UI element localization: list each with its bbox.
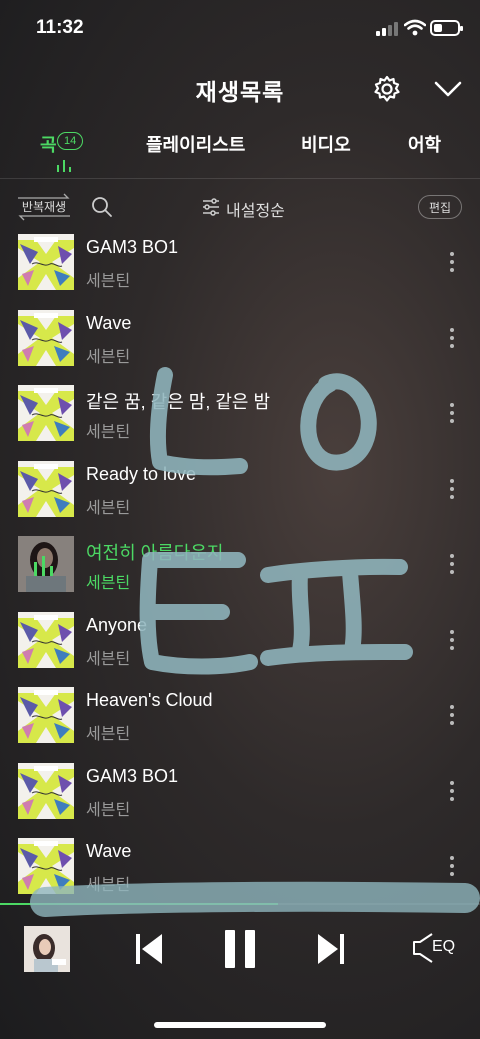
song-row[interactable]: Wave 세븐틴	[0, 309, 480, 385]
page-title: 재생목록	[195, 79, 285, 105]
tab-language[interactable]: 어학	[408, 131, 441, 157]
album-art[interactable]	[18, 838, 74, 894]
eq-label[interactable]: EQ	[432, 938, 455, 956]
album-art[interactable]	[18, 611, 74, 668]
playback-progress-bar[interactable]	[0, 903, 480, 905]
more-options-icon[interactable]	[449, 554, 455, 574]
more-options-icon[interactable]	[449, 856, 455, 876]
song-row[interactable]: Heaven's Cloud 세븐틴	[0, 687, 480, 762]
song-artist: 세븐틴	[86, 424, 131, 441]
repeat-label: 반복재생	[21, 200, 67, 214]
song-artist: 세븐틴	[86, 575, 131, 592]
album-art[interactable]	[18, 762, 74, 819]
status-time: 11:32	[36, 17, 84, 38]
chevron-down-icon[interactable]	[434, 80, 462, 98]
home-indicator[interactable]	[154, 1022, 326, 1028]
song-artist: 세븐틴	[86, 726, 131, 743]
now-playing-indicator-icon	[57, 160, 73, 172]
more-options-icon[interactable]	[449, 478, 455, 499]
album-art[interactable]	[18, 460, 74, 517]
song-title: Ready to love	[86, 463, 197, 484]
next-track-icon[interactable]	[316, 932, 346, 966]
more-options-icon[interactable]	[449, 705, 455, 725]
more-options-icon[interactable]	[449, 252, 455, 272]
song-row[interactable]: Wave 세븐틴	[0, 838, 480, 913]
song-title: Anyone	[86, 614, 148, 635]
song-artist: 세븐틴	[86, 273, 131, 290]
song-title: Wave	[86, 841, 132, 861]
song-artist: 세븐틴	[86, 348, 131, 366]
pause-icon[interactable]	[222, 928, 258, 970]
gear-icon[interactable]	[372, 74, 402, 104]
song-count-badge: 14	[57, 132, 84, 150]
playback-progress-fill	[0, 903, 279, 905]
edit-button[interactable]: 편집	[418, 195, 462, 219]
more-options-icon[interactable]	[449, 629, 455, 650]
tab-divider	[0, 178, 480, 179]
tab-playlists[interactable]: 플레이리스트	[146, 131, 245, 157]
cell-signal-icon	[376, 22, 398, 36]
album-art[interactable]	[18, 385, 74, 441]
now-playing-album-art[interactable]	[24, 926, 70, 972]
song-title: GAM3 BO1	[86, 237, 179, 257]
song-artist: 세븐틴	[86, 650, 131, 668]
tab-videos[interactable]: 비디오	[301, 131, 351, 157]
song-row[interactable]: GAM3 BO1 세븐틴	[0, 762, 480, 838]
more-options-icon[interactable]	[449, 780, 455, 801]
search-icon[interactable]	[91, 196, 113, 218]
sort-settings-icon[interactable]	[202, 198, 220, 216]
song-row[interactable]: Anyone 세븐틴	[0, 611, 480, 687]
song-row[interactable]: Ready to love 세븐틴	[0, 460, 480, 536]
song-title: 여전히 아름다운지	[86, 543, 224, 563]
tab-songs[interactable]: 곡	[40, 131, 57, 157]
song-artist: 세븐틴	[86, 801, 131, 819]
more-options-icon[interactable]	[449, 403, 455, 423]
song-title: 같은 꿈, 같은 맘, 같은 밤	[86, 392, 271, 412]
wifi-icon	[404, 19, 426, 36]
album-art[interactable]	[18, 536, 74, 592]
song-row[interactable]: 여전히 아름다운지 세븐틴	[0, 536, 480, 611]
song-title: Wave	[86, 312, 132, 333]
song-title: GAM3 BO1	[86, 765, 179, 786]
song-artist: 세븐틴	[86, 877, 131, 894]
album-art[interactable]	[18, 309, 74, 366]
repeat-button[interactable]: 반복재생	[16, 192, 72, 222]
album-art[interactable]	[18, 234, 74, 290]
album-art[interactable]	[18, 687, 74, 743]
song-row[interactable]: GAM3 BO1 세븐틴	[0, 234, 480, 309]
previous-track-icon[interactable]	[134, 932, 164, 966]
sort-label[interactable]: 내설정순	[226, 197, 285, 221]
more-options-icon[interactable]	[449, 327, 455, 348]
battery-level	[434, 24, 442, 32]
song-row[interactable]: 같은 꿈, 같은 맘, 같은 밤 세븐틴	[0, 385, 480, 460]
song-artist: 세븐틴	[86, 499, 131, 517]
battery-icon	[430, 20, 463, 36]
eq-icon[interactable]	[412, 932, 434, 964]
song-title: Heaven's Cloud	[86, 690, 213, 710]
